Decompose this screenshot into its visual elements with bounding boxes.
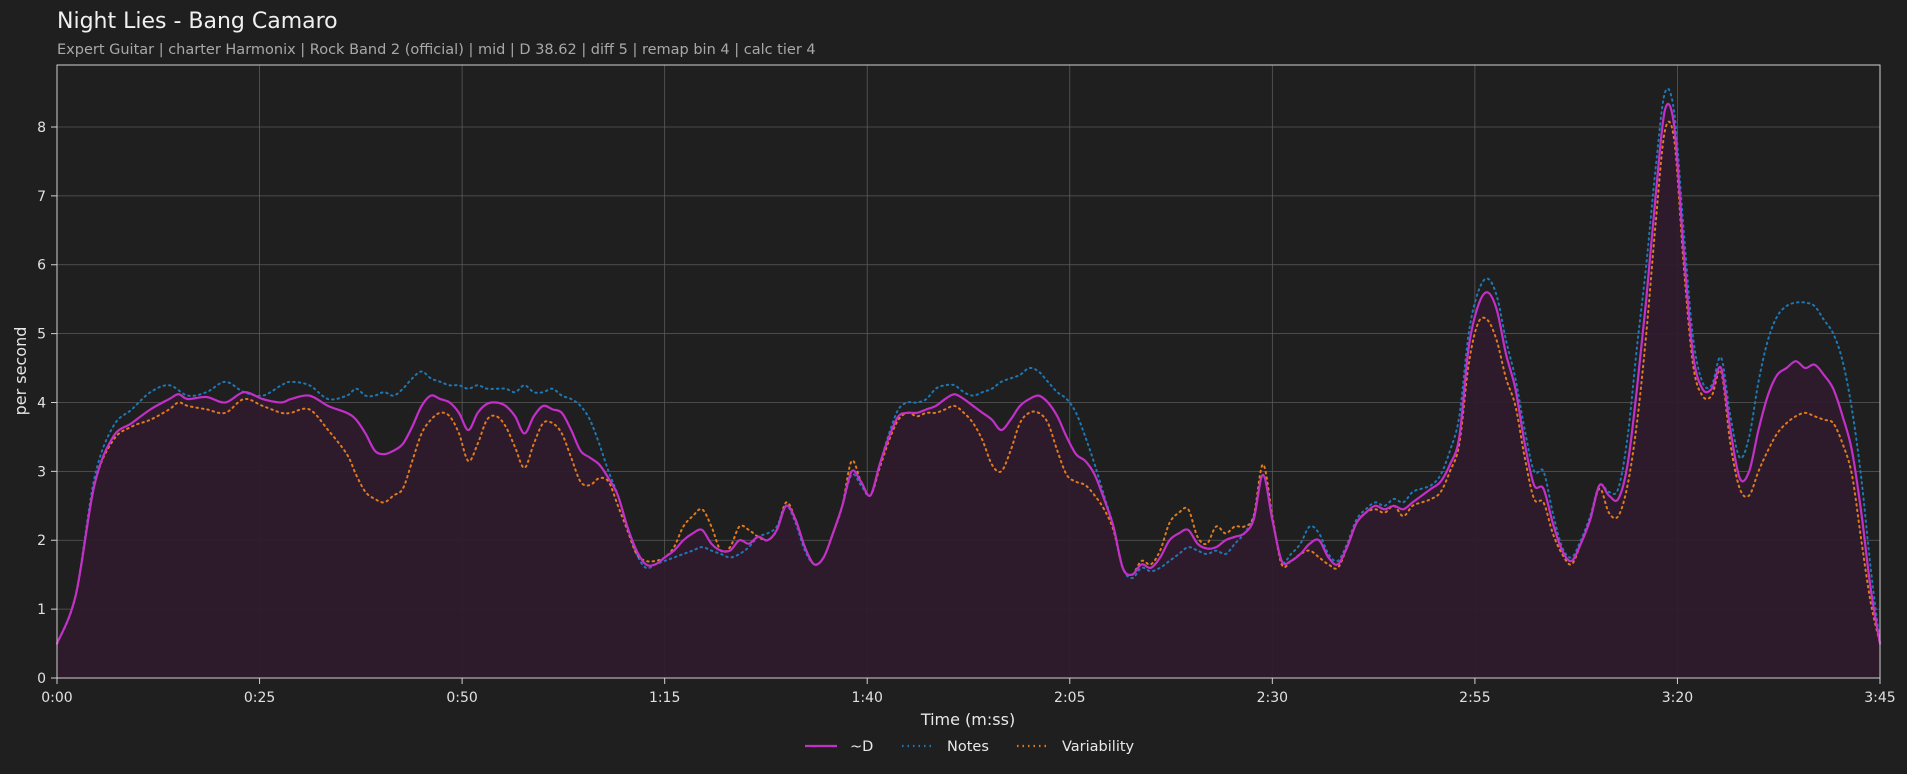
y-tick-label: 2: [37, 533, 46, 549]
y-tick-label: 8: [37, 120, 46, 136]
y-tick-label: 4: [37, 395, 46, 411]
y-tick-label: 3: [37, 464, 46, 480]
x-tick-label: 3:20: [1662, 690, 1693, 706]
legend-label: Variability: [1062, 739, 1135, 755]
x-tick-label: 0:50: [446, 690, 477, 706]
legend-label: Notes: [947, 739, 989, 755]
x-tick-label: 0:00: [41, 690, 72, 706]
x-tick-label: 3:45: [1864, 690, 1895, 706]
x-axis-ticks: 0:00 0:25 0:50 1:15 1:40 2:05 2:30 2:55 3:20 3:45: [41, 678, 1896, 706]
chart-title: Night Lies - Bang Camaro: [57, 9, 338, 34]
x-tick-label: 2:30: [1257, 690, 1288, 706]
x-tick-label: 1:15: [649, 690, 680, 706]
d-area-fill: [57, 103, 1880, 679]
y-tick-label: 0: [37, 671, 46, 687]
y-axis-ticks: 0 1 2 3 4 5 6 7 8: [37, 120, 57, 687]
x-tick-label: 2:05: [1054, 690, 1085, 706]
y-tick-label: 7: [37, 189, 46, 205]
x-tick-label: 1:40: [851, 690, 882, 706]
x-tick-label: 0:25: [244, 690, 275, 706]
x-axis-label: Time (m:ss): [920, 710, 1015, 729]
y-tick-label: 1: [37, 602, 46, 618]
y-tick-label: 5: [37, 327, 46, 343]
chart-subtitle: Expert Guitar | charter Harmonix | Rock …: [57, 42, 816, 58]
y-tick-label: 6: [37, 258, 46, 274]
x-tick-label: 2:55: [1459, 690, 1490, 706]
chart-svg: Night Lies - Bang Camaro Expert Guitar |…: [11, 9, 1896, 755]
y-axis-label: per second: [11, 327, 30, 416]
legend: ~D Notes Variability: [805, 739, 1135, 755]
legend-label: ~D: [850, 739, 873, 755]
